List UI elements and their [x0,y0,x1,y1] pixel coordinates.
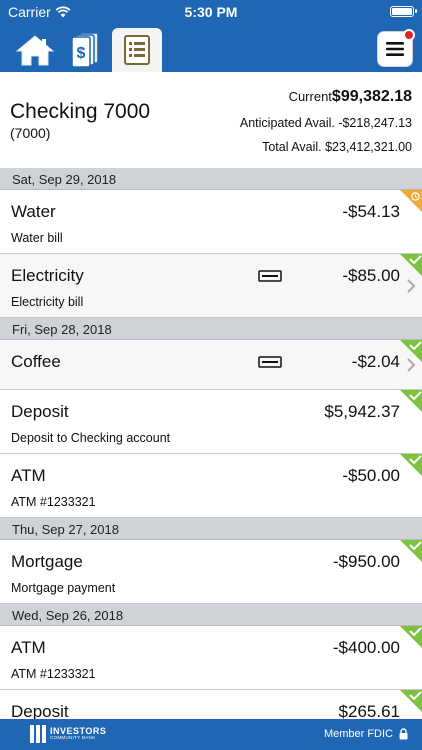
transaction-description: Water bill [11,231,63,245]
status-bar: Carrier 5:30 PM [0,0,422,24]
transaction-list[interactable]: Sat, Sep 29, 2018 Water Water bill -$54.… [0,168,422,719]
home-icon [15,35,55,66]
top-nav-bar: $ [0,24,422,72]
current-balance-value: $99,382.18 [331,88,412,105]
transaction-row[interactable]: ATM ATM #1233321 -$50.00 [0,454,422,518]
transaction-row[interactable]: Deposit $265.61 [0,690,422,719]
transaction-description: Deposit to Checking account [11,431,171,445]
bank-logo-tagline: COMMUNITY BANK [50,735,96,741]
account-summary: Checking 7000 (7000) Current$99,382.18 A… [0,72,422,168]
chevron-right-icon[interactable] [406,278,416,294]
transaction-row[interactable]: ATM ATM #1233321 -$400.00 [0,626,422,690]
transaction-title: Electricity [11,266,84,285]
bank-logo-icon [30,725,46,743]
transaction-amount: -$950.00 [332,552,400,571]
cleared-check-icon [400,254,422,276]
transaction-title: Deposit [11,702,69,719]
transaction-row[interactable]: Water Water bill -$54.13 [0,190,422,254]
date-header: Thu, Sep 27, 2018 [0,518,422,540]
transaction-amount: $265.61 [338,702,400,719]
transaction-title: Mortgage [11,552,83,571]
date-header: Sat, Sep 29, 2018 [0,168,422,190]
fdic-notice: Member FDIC [324,728,408,740]
transaction-description: Mortgage payment [11,581,116,595]
status-time: 5:30 PM [184,4,238,20]
transaction-description: ATM #1233321 [11,495,96,509]
transaction-title: Water [11,202,56,221]
total-balance: Total Avail. $23,412,321.00 [262,140,412,154]
transaction-row[interactable]: Electricity Electricity bill -$85.00 [0,254,422,318]
statements-tab[interactable] [112,28,162,72]
menu-button[interactable] [378,29,415,66]
transaction-title: Coffee [11,352,61,371]
transaction-title: ATM [11,638,46,657]
svg-text:$: $ [77,45,86,62]
account-name: Checking 7000 [10,100,151,123]
footer-bar: INVESTORS COMMUNITY BANK Member FDIC [0,719,422,750]
deposit-button[interactable]: $ [60,28,110,72]
battery-icon [390,6,417,17]
pending-clock-icon [400,190,422,212]
account-number: (7000) [10,125,51,141]
transaction-amount: -$400.00 [332,638,400,657]
check-image-icon[interactable] [258,270,282,282]
hamburger-icon [386,42,404,56]
bank-logo: INVESTORS COMMUNITY BANK [30,725,106,743]
cleared-check-icon [400,690,422,712]
money-icon: $ [71,32,99,68]
transaction-title: Deposit [11,402,69,421]
anticipated-balance: Anticipated Avail. -$218,247.13 [239,116,412,130]
transaction-amount: -$50.00 [342,466,400,485]
current-balance-label: Current [288,89,332,104]
check-image-icon[interactable] [258,356,282,368]
transaction-amount: -$85.00 [342,266,400,285]
document-list-icon [124,35,150,65]
transaction-amount: -$54.13 [342,202,400,221]
transaction-description: Electricity bill [11,295,84,309]
cleared-check-icon [400,340,422,362]
home-button[interactable] [10,28,60,72]
transaction-row[interactable]: Deposit Deposit to Checking account $5,9… [0,390,422,454]
cleared-check-icon [400,626,422,648]
transaction-title: ATM [11,466,46,485]
date-header: Fri, Sep 28, 2018 [0,318,422,340]
date-header: Wed, Sep 26, 2018 [0,604,422,626]
notification-dot [403,29,415,41]
transaction-description: ATM #1233321 [11,667,96,681]
lock-icon [399,728,408,740]
transaction-amount: $5,942.37 [324,402,400,421]
cleared-check-icon [400,540,422,562]
transaction-row[interactable]: Mortgage Mortgage payment -$950.00 [0,540,422,604]
transaction-amount: -$2.04 [351,352,400,371]
cleared-check-icon [400,454,422,476]
transaction-row[interactable]: Coffee -$2.04 [0,340,422,390]
fdic-label: Member FDIC [323,728,393,740]
current-balance: Current$99,382.18 [289,88,412,106]
cleared-check-icon [400,390,422,412]
